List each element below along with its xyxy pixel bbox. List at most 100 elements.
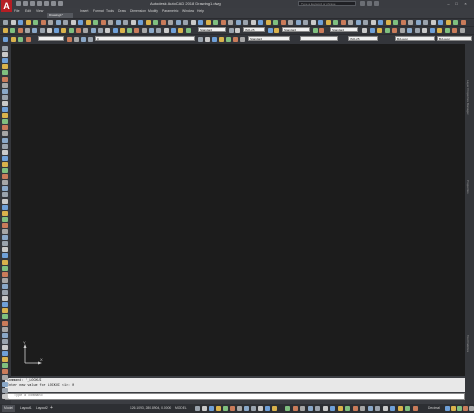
toolbar-tool-icon[interactable]: [10, 28, 16, 33]
status-toggle-icon[interactable]: [360, 406, 365, 411]
draw-tool-icon[interactable]: [2, 229, 8, 234]
menu-parametric[interactable]: Parametric: [162, 8, 178, 14]
toolbar-tool-icon[interactable]: [408, 20, 413, 25]
draw-tool-icon[interactable]: [2, 381, 8, 387]
toolbar-tool-icon[interactable]: [370, 20, 376, 25]
toolbar-tool-icon[interactable]: [168, 20, 173, 25]
toolbar-tool-icon[interactable]: [32, 28, 38, 33]
draw-tool-icon[interactable]: [2, 302, 8, 308]
draw-tool-icon[interactable]: [2, 271, 8, 277]
toolbar-tool-icon[interactable]: [78, 20, 83, 25]
toolbar-tool-icon[interactable]: [400, 20, 406, 25]
toolbar-tool-icon[interactable]: [3, 28, 8, 33]
layer-tool-icon[interactable]: [212, 37, 217, 42]
toolbar-tool-icon[interactable]: [130, 20, 136, 25]
toolbar-tool-icon[interactable]: [340, 20, 346, 25]
toolbar-tool-icon[interactable]: [438, 20, 443, 25]
open-icon[interactable]: [23, 1, 28, 6]
status-toggle-icon[interactable]: [209, 406, 214, 411]
toolbar-tool-icon[interactable]: [415, 20, 421, 25]
toolbar-tool-icon[interactable]: [97, 28, 103, 33]
toolbar-tool-icon[interactable]: [235, 20, 241, 25]
toolbar-tool-icon[interactable]: [288, 20, 293, 25]
draw-tool-icon[interactable]: [2, 283, 8, 289]
draw-tool-icon[interactable]: [2, 259, 8, 265]
undo-icon[interactable]: [51, 1, 56, 6]
toolbar-tool-icon[interactable]: [163, 28, 169, 33]
toolbar-tool-icon[interactable]: [63, 20, 68, 25]
draw-tool-icon[interactable]: [2, 155, 8, 161]
draw-tool-icon[interactable]: [2, 161, 8, 167]
status-toggle-icon[interactable]: [272, 406, 277, 411]
layer-tool-icon[interactable]: [3, 37, 8, 42]
layer-tool-icon[interactable]: [205, 37, 210, 42]
toolbar-tool-icon[interactable]: [228, 20, 233, 25]
text-style-dropdown[interactable]: Standard: [198, 27, 226, 32]
minimize-button[interactable]: –: [445, 1, 452, 6]
draw-tool-icon[interactable]: [2, 94, 8, 100]
menu-help[interactable]: Help: [197, 8, 204, 14]
status-toggle-icon[interactable]: [265, 406, 270, 411]
layer-state-dropdown[interactable]: [38, 36, 64, 41]
toolbar-tool-icon[interactable]: [414, 28, 420, 33]
toolbar-tool-icon[interactable]: [70, 20, 76, 25]
status-toggle-icon[interactable]: [330, 406, 335, 411]
toolbar-tool-icon[interactable]: [112, 28, 118, 33]
draw-tool-icon[interactable]: [2, 198, 8, 204]
status-toggle-icon[interactable]: [237, 406, 242, 411]
toolbar-tool-icon[interactable]: [220, 20, 226, 25]
toolbar-tool-icon[interactable]: [303, 20, 308, 25]
toolbar-tool-icon[interactable]: [90, 28, 96, 33]
draw-tool-icon[interactable]: [2, 210, 8, 216]
layer-tool-icon[interactable]: [240, 37, 245, 42]
sign-in-icon[interactable]: [360, 1, 365, 6]
toolbar-tool-icon[interactable]: [243, 20, 248, 25]
toolbar-tool-icon[interactable]: [68, 28, 74, 33]
draw-tool-icon[interactable]: [2, 174, 8, 180]
toolbar-tool-icon[interactable]: [145, 20, 151, 25]
layer-tool-icon[interactable]: [219, 37, 224, 42]
dim-style-control[interactable]: ISO-25: [348, 36, 378, 41]
draw-tool-icon[interactable]: [2, 277, 8, 283]
toolbar-tool-icon[interactable]: [429, 28, 435, 33]
toolbar-tool-icon[interactable]: [24, 28, 30, 33]
status-toggle-icon[interactable]: [382, 406, 388, 411]
toolbar-tool-icon[interactable]: [378, 20, 383, 25]
text-style-control[interactable]: Standard: [248, 36, 290, 41]
toolbar-tool-icon[interactable]: [85, 20, 91, 25]
toolbar-tool-icon[interactable]: [175, 20, 181, 25]
status-toggle-icon[interactable]: [251, 406, 256, 411]
draw-tool-icon[interactable]: [2, 64, 8, 70]
menu-format[interactable]: Format: [93, 8, 104, 14]
tab-layout1[interactable]: Layout1: [18, 405, 34, 412]
toolbar-tool-icon[interactable]: [385, 20, 391, 25]
draw-tool-icon[interactable]: [2, 119, 8, 125]
toolbar-tool-icon[interactable]: [123, 20, 128, 25]
toolbar-tool-icon[interactable]: [185, 28, 191, 33]
status-toggle-icon[interactable]: [451, 406, 456, 411]
toolbar-tool-icon[interactable]: [138, 20, 143, 25]
model-space-button[interactable]: MODEL: [175, 405, 187, 412]
toolbar-tool-icon[interactable]: [273, 20, 278, 25]
draw-tool-icon[interactable]: [2, 247, 8, 253]
status-toggle-icon[interactable]: [258, 406, 263, 411]
toolbar-tool-icon[interactable]: [156, 28, 162, 33]
layer-tool-icon[interactable]: [74, 37, 79, 42]
status-toggle-icon[interactable]: [412, 406, 418, 411]
draw-tool-icon[interactable]: [2, 186, 8, 192]
status-toggle-icon[interactable]: [285, 406, 290, 411]
toolbar-tool-icon[interactable]: [268, 28, 273, 33]
toolbar-tool-icon[interactable]: [399, 28, 405, 33]
draw-tool-icon[interactable]: [2, 357, 8, 363]
toolbar-tool-icon[interactable]: [149, 28, 154, 33]
toolbar-tool-icon[interactable]: [55, 20, 61, 25]
toolbar-tool-icon[interactable]: [348, 20, 353, 25]
draw-tool-icon[interactable]: [2, 363, 8, 369]
layer-properties-tab[interactable]: Layer Properties Manager: [466, 80, 470, 115]
toolbar-tool-icon[interactable]: [362, 28, 367, 33]
close-button[interactable]: ×: [462, 1, 469, 6]
toolbar-tool-icon[interactable]: [460, 20, 466, 25]
toolbar-tool-icon[interactable]: [318, 20, 323, 25]
toolbar-tool-icon[interactable]: [423, 20, 428, 25]
toolbar-tool-icon[interactable]: [430, 20, 436, 25]
